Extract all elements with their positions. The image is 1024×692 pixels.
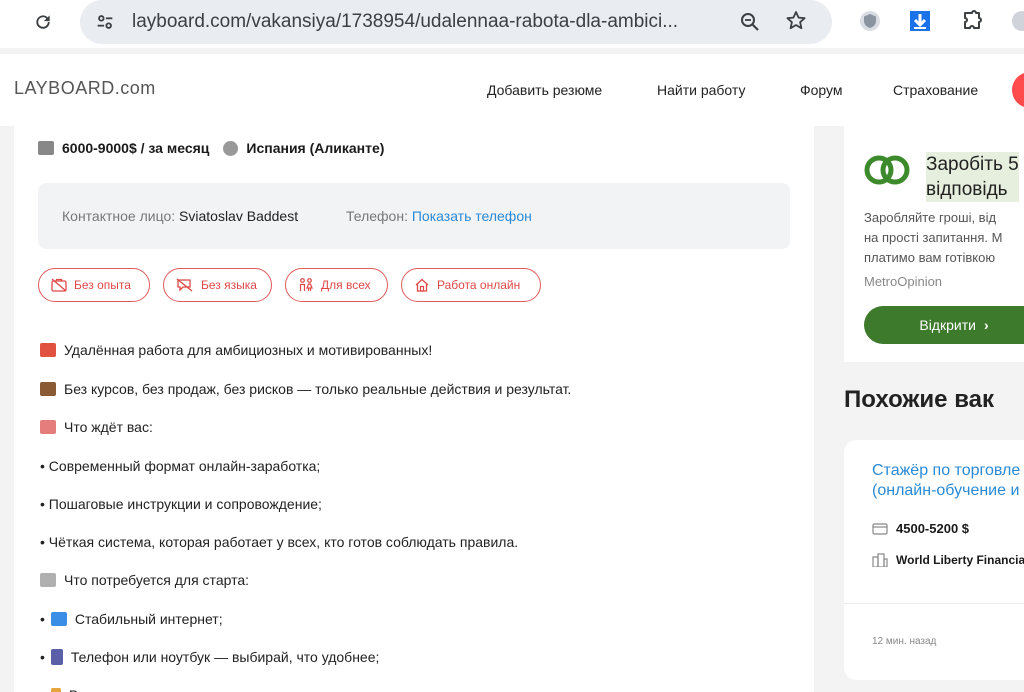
ad-body-line: на прості запитання. М (864, 230, 1003, 245)
tag-label: Работа онлайн (437, 278, 521, 292)
similar-job-time: 12 мин. назад (872, 636, 937, 647)
site-settings-icon[interactable] (92, 9, 118, 35)
ad-body-line: платимо вам готівкою (864, 250, 996, 265)
profile-icon[interactable] (1010, 9, 1024, 35)
description-line: Удалённая работа для амбициозных и мотив… (40, 342, 432, 358)
nav-insurance[interactable]: Страхование (893, 82, 978, 98)
description-text: • Современный формат онлайн-заработка; (40, 458, 321, 474)
ad-open-button[interactable]: Відкрити › (864, 306, 1024, 344)
tag-label: Без опыта (74, 278, 131, 292)
metroopinion-logo-icon (864, 155, 910, 185)
description-text: • Чёткая система, которая работает у все… (40, 534, 519, 550)
description-line: • В (40, 687, 78, 692)
wallet-icon (38, 141, 54, 155)
description-text: Телефон или ноутбук — выбирай, что удобн… (70, 649, 380, 665)
reload-icon[interactable] (30, 9, 56, 35)
browser-toolbar: layboard.com/vakansiya/1738954/udalennaa… (0, 0, 1024, 48)
similar-job-company: World Liberty Financia (872, 553, 1024, 567)
similar-job-card[interactable]: Стажёр по торговле (онлайн-обучение и 45… (844, 440, 1024, 680)
contact-label: Контактное лицо: (62, 208, 176, 224)
site-logo[interactable]: LAYBOARD.com (14, 78, 156, 99)
salary-text: 4500-5200 $ (896, 521, 970, 536)
bookmark-star-icon[interactable] (784, 9, 810, 35)
description-line: • Современный формат онлайн-заработка; (40, 458, 320, 474)
ad-title[interactable]: Заробіть 5 відповідь (926, 152, 1019, 202)
people-icon (299, 278, 313, 291)
divider (844, 603, 1024, 604)
header-action-button[interactable] (1012, 72, 1024, 108)
description-line: Что потребуется для старта: (40, 572, 249, 588)
contact-box: Контактное лицо: Sviatoslav Baddest Теле… (38, 183, 790, 249)
extensions-puzzle-icon[interactable] (960, 9, 986, 35)
briefcase-icon (40, 382, 56, 396)
contact-name: Sviatoslav Baddest (179, 208, 299, 224)
ad-body-line: Заробляйте гроші, від (864, 210, 997, 225)
description-text: Что потребуется для старта: (64, 572, 250, 588)
briefcase-off-icon (51, 278, 67, 292)
similar-job-title[interactable]: Стажёр по торговле (онлайн-обучение и (872, 461, 1020, 501)
tag-no-experience[interactable]: Без опыта (38, 268, 150, 302)
contact-person: Контактное лицо: Sviatoslav Baddest (62, 208, 298, 224)
rocket-icon (40, 420, 56, 434)
speech-off-icon (176, 278, 193, 292)
nav-add-resume[interactable]: Добавить резюме (487, 82, 602, 98)
description-text: Удалённая работа для амбициозных и мотив… (64, 342, 433, 358)
job-title-line: Стажёр по торговле (872, 462, 1021, 479)
job-meta-row: 6000-9000$ / за месяц Испания (Аликанте) (38, 140, 384, 156)
nav-find-job[interactable]: Найти работу (657, 82, 745, 98)
show-phone-link[interactable]: Показать телефон (412, 208, 532, 224)
job-title-line: (онлайн-обучение и (872, 482, 1020, 499)
globe-icon (223, 140, 239, 156)
zoom-icon[interactable] (738, 10, 762, 34)
similar-job-salary: 4500-5200 $ (872, 521, 969, 536)
job-location: Испания (Аликанте) (246, 140, 385, 156)
description-text: Без курсов, без продаж, без рисков — тол… (64, 381, 572, 397)
description-text: В (69, 687, 78, 692)
ad-card[interactable]: Заробіть 5 відповідь Заробляйте гроші, в… (844, 126, 1024, 362)
description-text: Что ждёт вас: (64, 419, 153, 435)
phone-icon (50, 649, 63, 665)
tag-online-work[interactable]: Работа онлайн (401, 268, 541, 302)
similar-jobs-heading: Похожие вак (844, 386, 994, 413)
description-line: Без курсов, без продаж, без рисков — тол… (40, 381, 571, 397)
tag-label: Для всех (321, 278, 371, 292)
company-text: World Liberty Financia (896, 553, 1024, 567)
ad-title-line: відповідь (926, 179, 1008, 200)
signal-icon (50, 612, 67, 626)
description-line: • Чёткая система, которая работает у все… (40, 534, 518, 550)
address-bar[interactable]: layboard.com/vakansiya/1738954/udalennaa… (80, 0, 832, 44)
description-line: Что ждёт вас: (40, 419, 153, 435)
description-text: • Пошаговые инструкции и сопровождение; (40, 496, 322, 512)
ad-title-line: Заробіть 5 (926, 154, 1019, 175)
description-text: Стабильный интернет; (74, 611, 223, 627)
wrench-icon (40, 573, 56, 587)
job-detail-card: 6000-9000$ / за месяц Испания (Аликанте)… (14, 126, 814, 692)
tag-for-everyone[interactable]: Для всех (285, 268, 388, 302)
phone-label: Телефон: (346, 208, 408, 224)
ad-button-label: Відкрити (919, 317, 976, 333)
tag-no-language[interactable]: Без языка (163, 268, 272, 302)
wallet-icon (872, 522, 888, 535)
download-icon[interactable] (908, 9, 934, 35)
ad-source: MetroOpinion (864, 274, 943, 289)
description-line: • Стабильный интернет; (40, 611, 223, 627)
megaphone-icon (40, 343, 56, 357)
ad-body: Заробляйте гроші, від на прості запитанн… (864, 208, 1024, 268)
description-line: • Пошаговые инструкции и сопровождение; (40, 496, 322, 512)
building-icon (872, 553, 888, 567)
job-salary: 6000-9000$ / за месяц (62, 140, 210, 156)
description-line: • Телефон или ноутбук — выбирай, что удо… (40, 649, 380, 665)
contact-phone: Телефон: Показать телефон (346, 208, 532, 224)
site-header: LAYBOARD.com Добавить резюме Найти работ… (0, 54, 1024, 126)
tag-label: Без языка (201, 278, 257, 292)
nav-forum[interactable]: Форум (800, 82, 843, 98)
url-text[interactable]: layboard.com/vakansiya/1738954/udalennaa… (132, 11, 732, 33)
chevron-right-icon: › (983, 317, 989, 333)
home-icon (415, 278, 429, 292)
hand-icon (50, 688, 61, 692)
shield-extension-icon[interactable] (858, 9, 884, 35)
